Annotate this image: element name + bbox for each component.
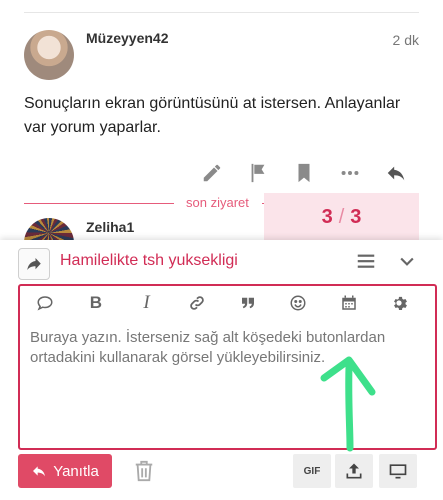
post-body: Sonuçların ekran görüntüsünü at istersen… bbox=[24, 95, 401, 136]
top-divider bbox=[24, 12, 419, 13]
reply-button-label: Yanıtla bbox=[53, 462, 99, 480]
gif-button[interactable]: GIF bbox=[293, 454, 331, 488]
post-counter[interactable]: 3 / 3 bbox=[264, 193, 419, 241]
calendar-icon[interactable] bbox=[324, 288, 375, 318]
share-arrow-icon bbox=[27, 258, 41, 270]
flag-icon[interactable] bbox=[235, 160, 281, 186]
editor-placeholder[interactable]: Buraya yazın. İsterseniz sağ alt köşedek… bbox=[30, 328, 423, 368]
counter-total: 3 bbox=[350, 205, 362, 228]
pencil-icon[interactable] bbox=[189, 160, 235, 186]
separator-label: son ziyaret bbox=[186, 195, 249, 210]
trash-icon[interactable] bbox=[133, 458, 155, 484]
link-icon[interactable] bbox=[172, 288, 223, 318]
menu-icon[interactable] bbox=[355, 250, 377, 272]
upload-icon bbox=[346, 463, 362, 479]
reply-type-button[interactable] bbox=[18, 248, 50, 280]
reply-button[interactable]: Yanıtla bbox=[18, 454, 112, 488]
counter-current: 3 bbox=[321, 205, 333, 228]
separator-line-left bbox=[24, 203, 174, 204]
gif-label: GIF bbox=[303, 465, 321, 477]
composer-footer: Yanıtla GIF bbox=[18, 454, 437, 488]
italic-icon[interactable]: I bbox=[121, 288, 172, 318]
speech-bubble-icon[interactable] bbox=[20, 288, 71, 318]
gear-icon[interactable] bbox=[374, 288, 425, 318]
quote-icon[interactable] bbox=[222, 288, 273, 318]
post-time[interactable]: 2 dk bbox=[393, 32, 419, 48]
post-actions bbox=[189, 160, 419, 186]
chevron-down-icon[interactable] bbox=[397, 250, 417, 272]
more-icon[interactable] bbox=[327, 160, 373, 186]
composer: Hamilelikte tsh yuksekligi B I Buraya ya… bbox=[0, 240, 443, 500]
post-username[interactable]: Zeliha1 bbox=[86, 219, 134, 235]
bold-icon[interactable]: B bbox=[71, 288, 122, 318]
emoji-icon[interactable] bbox=[273, 288, 324, 318]
reply-icon[interactable] bbox=[373, 160, 419, 186]
avatar[interactable] bbox=[24, 30, 74, 80]
reply-icon bbox=[33, 466, 46, 477]
monitor-icon bbox=[389, 464, 407, 479]
bookmark-icon[interactable] bbox=[281, 160, 327, 186]
upload-button[interactable] bbox=[335, 454, 373, 488]
counter-slash: / bbox=[338, 205, 345, 228]
post-username[interactable]: Müzeyyen42 bbox=[86, 30, 168, 46]
preview-button[interactable] bbox=[379, 454, 417, 488]
topic-title[interactable]: Hamilelikte tsh yuksekligi bbox=[60, 252, 238, 270]
editor-toolbar: B I bbox=[20, 286, 435, 320]
editor[interactable]: B I Buraya yazın. İsterseniz sağ alt köş… bbox=[18, 284, 437, 450]
